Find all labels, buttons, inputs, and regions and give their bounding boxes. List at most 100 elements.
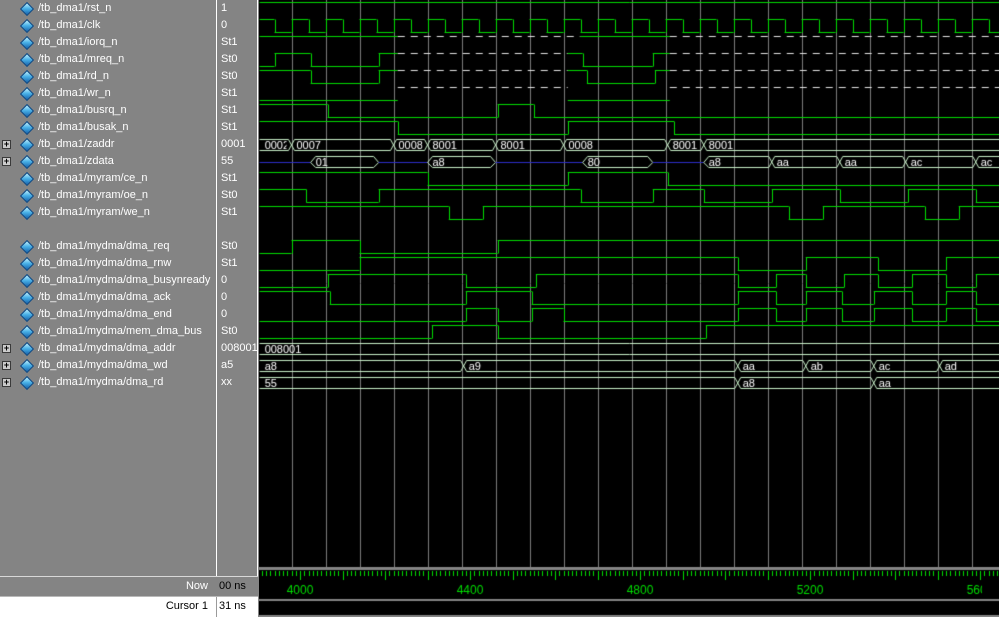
signal-row[interactable]: + /tb_dma1/mydma/dma_addr 008001: [0, 340, 258, 357]
signal-value: a5: [221, 359, 233, 371]
signal-name: /tb_dma1/mydma/dma_rd: [38, 376, 163, 388]
signal-row[interactable]: /tb_dma1/mydma/dma_busynready 0: [0, 272, 258, 289]
signal-diamond-icon: [20, 104, 34, 118]
cursor-cell-divider: [216, 597, 217, 617]
signal-value: St1: [221, 104, 238, 116]
signal-name: /tb_dma1/mydma/dma_busynready: [38, 274, 210, 286]
waveform-canvas[interactable]: [259, 0, 999, 616]
signal-row[interactable]: + /tb_dma1/zdata 55: [0, 153, 258, 170]
signal-name: /tb_dma1/busrq_n: [38, 104, 127, 116]
signal-diamond-icon: [20, 189, 34, 203]
signal-name: /tb_dma1/mydma/dma_end: [38, 308, 172, 320]
signal-name: /tb_dma1/busak_n: [38, 121, 129, 133]
signal-diamond-icon: [20, 87, 34, 101]
expand-toggle-icon[interactable]: +: [2, 378, 11, 387]
signal-row[interactable]: /tb_dma1/myram/ce_n St1: [0, 170, 258, 187]
signal-value: 0: [221, 19, 227, 31]
signal-value: St0: [221, 70, 238, 82]
signal-value: 55: [221, 155, 233, 167]
signal-name: /tb_dma1/mydma/dma_ack: [38, 291, 171, 303]
expand-toggle-icon[interactable]: +: [2, 344, 11, 353]
cursor-status-row[interactable]: Cursor 1 31 ns: [0, 596, 258, 617]
signal-row[interactable]: + /tb_dma1/mydma/dma_rd xx: [0, 374, 258, 391]
signal-name: /tb_dma1/mydma/dma_rnw: [38, 257, 171, 269]
group-spacer: [0, 221, 258, 238]
signal-value: 1: [221, 2, 227, 14]
signal-value: 0: [221, 308, 227, 320]
signal-name: /tb_dma1/iorq_n: [38, 36, 118, 48]
signal-value: 008001: [221, 342, 258, 354]
signal-row[interactable]: /tb_dma1/myram/oe_n St0: [0, 187, 258, 204]
signal-diamond-icon: [20, 36, 34, 50]
signal-diamond-icon: [20, 155, 34, 169]
signal-row[interactable]: + /tb_dma1/mydma/dma_wd a5: [0, 357, 258, 374]
signal-diamond-icon: [20, 172, 34, 186]
signal-name: /tb_dma1/myram/oe_n: [38, 189, 148, 201]
values-wave-divider[interactable]: [257, 0, 258, 616]
signal-row[interactable]: /tb_dma1/clk0: [0, 17, 258, 34]
signal-row[interactable]: /tb_dma1/mydma/dma_ack 0: [0, 289, 258, 306]
signal-name: /tb_dma1/wr_n: [38, 87, 111, 99]
signal-diamond-icon: [20, 359, 34, 373]
expand-toggle-icon[interactable]: +: [2, 157, 11, 166]
signal-value: St1: [221, 172, 238, 184]
signal-diamond-icon: [20, 240, 34, 254]
signal-name: /tb_dma1/mydma/dma_wd: [38, 359, 168, 371]
signal-diamond-icon: [20, 121, 34, 135]
signal-row[interactable]: /tb_dma1/rst_n 1: [0, 0, 258, 17]
signal-row[interactable]: /tb_dma1/mreq_n St0: [0, 51, 258, 68]
signal-names-panel: /tb_dma1/rst_n 1/tb_dma1/clk0/tb_dma1/ior…: [0, 0, 258, 576]
signal-row[interactable]: + /tb_dma1/zaddr 0001: [0, 136, 258, 153]
signal-row[interactable]: /tb_dma1/busrq_n St1: [0, 102, 258, 119]
signal-name: /tb_dma1/myram/ce_n: [38, 172, 147, 184]
names-values-divider[interactable]: [216, 0, 217, 616]
signal-diamond-icon: [20, 291, 34, 305]
signal-row[interactable]: /tb_dma1/myram/we_nSt1: [0, 204, 258, 221]
signal-name: /tb_dma1/rst_n: [38, 2, 111, 14]
modelsim-wave-window: { "status_bar": { "now_label": "Now", "n…: [0, 0, 999, 616]
expand-toggle-icon[interactable]: +: [2, 140, 11, 149]
signal-row[interactable]: /tb_dma1/wr_n St1: [0, 85, 258, 102]
signal-name: /tb_dma1/rd_n: [38, 70, 109, 82]
signal-value: St1: [221, 206, 238, 218]
signal-name: /tb_dma1/zdata: [38, 155, 114, 167]
signal-row[interactable]: /tb_dma1/busak_nSt1: [0, 119, 258, 136]
signal-diamond-icon: [20, 53, 34, 67]
signal-value: St0: [221, 240, 238, 252]
signal-value: 0: [221, 291, 227, 303]
signal-value: St1: [221, 87, 238, 99]
signal-row[interactable]: /tb_dma1/mydma/dma_rnw St1: [0, 255, 258, 272]
signal-row[interactable]: /tb_dma1/iorq_n St1: [0, 34, 258, 51]
signal-name: /tb_dma1/mydma/mem_dma_bus: [38, 325, 202, 337]
signal-value: St1: [221, 257, 238, 269]
signal-diamond-icon: [20, 19, 34, 33]
signal-diamond-icon: [20, 376, 34, 390]
signal-row[interactable]: /tb_dma1/mydma/dma_req St0: [0, 238, 258, 255]
now-value: 00 ns: [219, 580, 246, 592]
signal-diamond-icon: [20, 257, 34, 271]
signal-value: St0: [221, 325, 238, 337]
signal-name: /tb_dma1/mreq_n: [38, 53, 124, 65]
signal-value: xx: [221, 376, 232, 388]
now-status-row: Now 00 ns: [0, 576, 258, 596]
signal-value: 0001: [221, 138, 245, 150]
signal-row[interactable]: /tb_dma1/rd_n St0: [0, 68, 258, 85]
signal-name: /tb_dma1/mydma/dma_req: [38, 240, 169, 252]
signal-name: /tb_dma1/mydma/dma_addr: [38, 342, 176, 354]
signal-value: 0: [221, 274, 227, 286]
signal-name: /tb_dma1/zaddr: [38, 138, 114, 150]
signal-diamond-icon: [20, 274, 34, 288]
now-label: Now: [186, 580, 208, 592]
signal-diamond-icon: [20, 2, 34, 16]
signal-diamond-icon: [20, 70, 34, 84]
cursor-label: Cursor 1: [166, 600, 208, 612]
signal-value: St0: [221, 189, 238, 201]
signal-value: St1: [221, 36, 238, 48]
signal-diamond-icon: [20, 206, 34, 220]
signal-row[interactable]: /tb_dma1/mydma/dma_end 0: [0, 306, 258, 323]
signal-diamond-icon: [20, 342, 34, 356]
signal-diamond-icon: [20, 308, 34, 322]
expand-toggle-icon[interactable]: +: [2, 361, 11, 370]
signal-row[interactable]: /tb_dma1/mydma/mem_dma_bus St0: [0, 323, 258, 340]
signal-value: St0: [221, 53, 238, 65]
